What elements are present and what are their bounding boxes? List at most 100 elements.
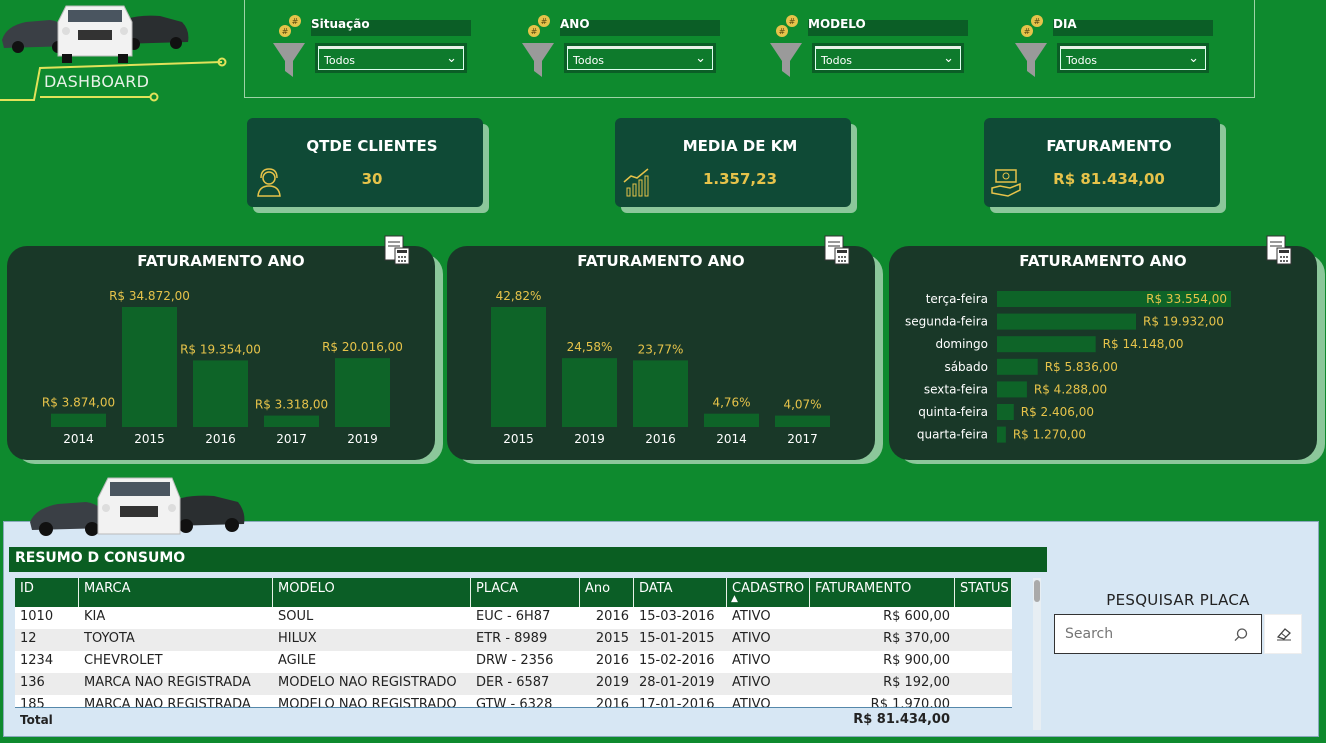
bar	[997, 336, 1096, 353]
dashboard-title: DASHBOARD	[44, 72, 150, 91]
table-row[interactable]: 136 MARCA NÃO REGISTRADA MODELO NÃO REGIST…	[15, 673, 1012, 695]
table-cell: 12	[20, 631, 37, 646]
data-label: 4,07%	[783, 398, 821, 412]
table-cell: HILUX	[278, 631, 317, 646]
modelo-dropdown[interactable]: Todos ⌄	[812, 43, 964, 73]
x-tick-label: 2014	[716, 432, 747, 446]
column-header[interactable]: DATA	[634, 578, 727, 607]
svg-text:#: #	[1024, 27, 1031, 36]
bar-chart: terça-feira R$ 33.554,00 segunda-feira R$ 1…	[905, 291, 1231, 443]
dia-dropdown[interactable]: Todos ⌄	[1057, 43, 1209, 73]
column-header[interactable]: MODELO	[273, 578, 471, 607]
clear-search-button[interactable]	[1264, 614, 1302, 654]
column-header[interactable]: CADASTRO ▲	[727, 578, 810, 607]
table-cell: GTW - 6328	[476, 697, 553, 708]
total-value: R$ 81.434,00	[853, 712, 950, 727]
bar	[997, 404, 1014, 420]
column-header[interactable]: Ano	[580, 578, 634, 607]
bar-chart: 42,82% 2015 24,58% 2019 23,77% 2016 4,76% 2014 4…	[491, 289, 830, 446]
y-tick-label: quinta-feira	[918, 405, 988, 419]
table-cell: ATIVO	[732, 697, 771, 708]
table-cell: R$ 370,00	[883, 631, 950, 646]
table-row[interactable]: 185 MARCA NÃO REGISTRADA MODELO NÃO REGIST…	[15, 695, 1012, 708]
bar	[997, 426, 1006, 443]
table-cell: 2019	[595, 675, 629, 690]
y-tick-label: quarta-feira	[917, 428, 988, 442]
table-cell: 17-01-2016	[639, 697, 715, 708]
x-tick-label: 2015	[134, 432, 165, 446]
table-cell: ATIVO	[732, 631, 771, 646]
kpi-title: MEDIA DE KM	[682, 137, 798, 155]
chart-card-3: FATURAMENTO ANO terça-feira R$ 33.554,00 s…	[889, 235, 1325, 464]
bar	[997, 313, 1137, 330]
table-row[interactable]: 1010 KIA SOUL EUC - 6H87 2016 15-03-2016 ATIVO…	[15, 607, 1012, 629]
kpi-title: QTDE CLIENTES	[306, 137, 438, 155]
chevron-down-icon: ⌄	[446, 51, 457, 66]
bar	[122, 307, 177, 427]
table-cell: ATIVO	[732, 653, 771, 668]
y-tick-label: terça-feira	[926, 292, 988, 306]
search-box	[1054, 614, 1262, 654]
y-tick-label: segunda-feira	[905, 315, 988, 329]
table-cell: DER - 6587	[476, 675, 550, 690]
bar-chart: R$ 3.874,00 2014 R$ 34.872,00 2015 R$ 19.354…	[42, 289, 403, 446]
table-cell: 1010	[20, 609, 54, 624]
table-cell: EUC - 6H87	[476, 609, 551, 624]
table-cell: TOYOTA	[84, 631, 135, 646]
table-cell: 15-03-2016	[639, 609, 715, 624]
svg-text:#: #	[541, 17, 548, 26]
scrollbar-thumb[interactable]	[1034, 580, 1040, 602]
table-row[interactable]: 1234 CHEVROLET AGILE DRW - 2356 2016 15-02-20…	[15, 651, 1012, 673]
bar	[193, 360, 248, 427]
table-cell: AGILE	[278, 653, 317, 668]
table-body[interactable]: 1010 KIA SOUL EUC - 6H87 2016 15-03-2016 ATIVO…	[15, 607, 1012, 708]
filter-funnel-icon: # #	[273, 15, 305, 77]
chevron-down-icon: ⌄	[1188, 51, 1199, 66]
bar	[335, 358, 390, 427]
ano-dropdown[interactable]: Todos ⌄	[564, 43, 716, 73]
data-label: R$ 14.148,00	[1103, 337, 1184, 351]
data-label: R$ 34.872,00	[109, 289, 190, 303]
table-cell: ATIVO	[732, 609, 771, 624]
filter-funnel-icon: # #	[770, 15, 802, 77]
filter-funnel-icon: # #	[522, 15, 554, 77]
bar	[264, 415, 319, 427]
search-icon[interactable]	[1233, 627, 1249, 643]
svg-text:#: #	[789, 17, 796, 26]
cars-image	[30, 477, 245, 536]
total-label: Total	[20, 713, 53, 727]
data-label: R$ 19.932,00	[1143, 315, 1224, 329]
svg-text:#: #	[531, 27, 538, 36]
filter-label: MODELO	[808, 17, 866, 31]
filter-label: ANO	[560, 17, 590, 31]
y-tick-label: sexta-feira	[924, 382, 988, 396]
column-header[interactable]: FATURAMENTO	[810, 578, 955, 607]
table-header-row: ID MARCA MODELO PLACA Ano DATA CADASTRO ▲ FATURA…	[15, 578, 1012, 607]
eraser-icon	[1276, 628, 1291, 641]
search-input[interactable]	[1065, 624, 1225, 644]
table-cell: CHEVROLET	[84, 653, 163, 668]
dropdown-value: Todos	[821, 54, 853, 67]
data-label: 23,77%	[638, 342, 684, 356]
table-cell: MARCA NÃO REGISTRADA	[84, 675, 251, 690]
column-header[interactable]: STATUS	[955, 578, 1012, 607]
column-header[interactable]: ID	[15, 578, 79, 607]
bar	[562, 358, 617, 427]
table-cell: KIA	[84, 609, 106, 624]
table-cell: MODELO NÃO REGISTRADO	[278, 697, 457, 708]
table-row[interactable]: 12 TOYOTA HILUX ETR - 8989 2015 15-01-2015 ATI…	[15, 629, 1012, 651]
column-header[interactable]: MARCA	[79, 578, 273, 607]
filter-panel: # # Situação Todos ⌄ # # ANO Todos ⌄ # # M…	[244, 0, 1255, 98]
x-tick-label: 2017	[787, 432, 818, 446]
kpi-card-faturamento: FATURAMENTO R$ 81.434,00	[984, 118, 1226, 213]
table-cell: 2016	[595, 697, 629, 708]
y-tick-label: domingo	[935, 337, 988, 351]
table-cell: ATIVO	[732, 675, 771, 690]
svg-text:#: #	[779, 27, 786, 36]
table-cell: 28-01-2019	[639, 675, 715, 690]
table-scrollbar[interactable]	[1033, 578, 1041, 730]
column-header[interactable]: PLACA	[471, 578, 580, 607]
x-tick-label: 2016	[205, 432, 236, 446]
situacao-dropdown[interactable]: Todos ⌄	[315, 43, 467, 73]
money-hand-icon	[991, 169, 1021, 197]
